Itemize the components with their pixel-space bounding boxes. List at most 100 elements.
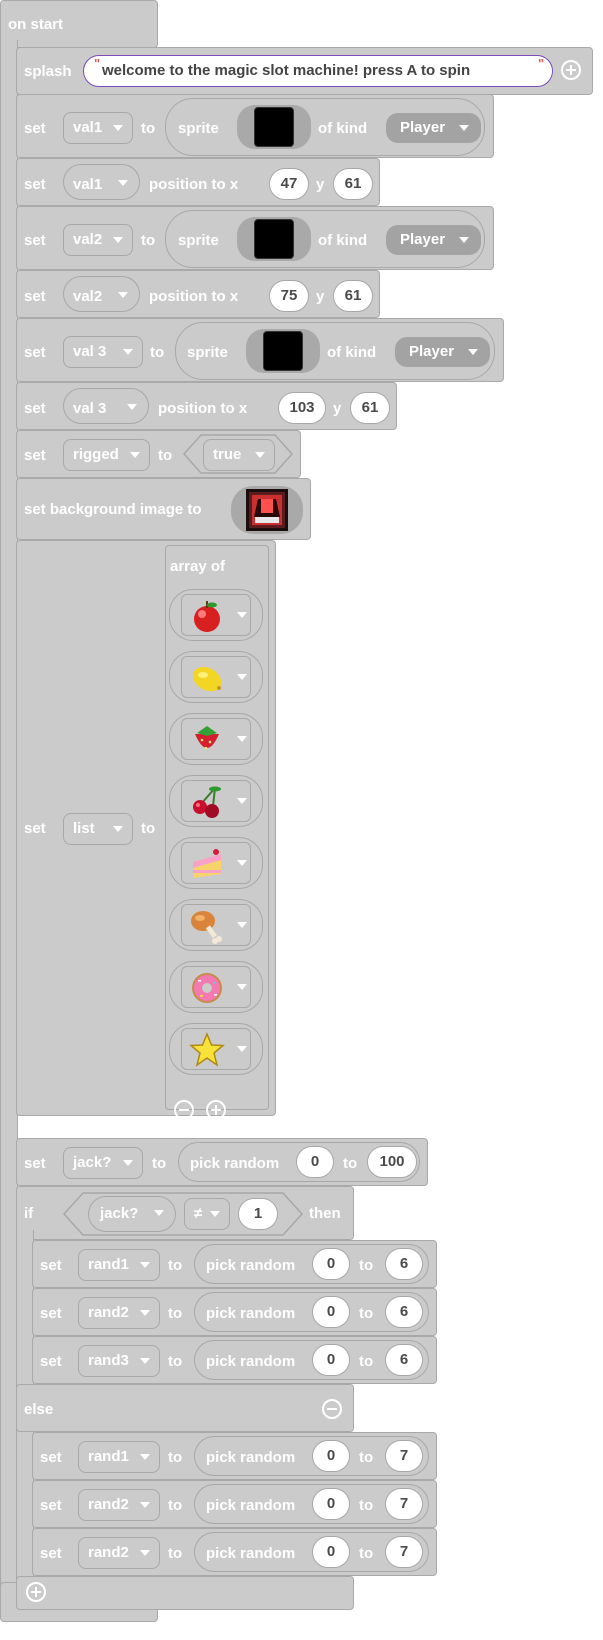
max-input[interactable]: 6 [385,1344,423,1376]
list-item[interactable] [169,899,263,951]
drumstick-icon [191,911,222,944]
x-input[interactable]: 75 [269,280,309,312]
to-label: to [168,1449,183,1466]
min-input[interactable]: 0 [312,1488,350,1520]
set-label: set [24,1155,46,1172]
position-label: position to x [158,400,248,417]
max-input[interactable]: 7 [385,1488,423,1520]
y-input[interactable]: 61 [333,168,373,200]
sprite-var-label: val2 [73,288,103,305]
variable-dropdown[interactable]: rigged [63,439,150,471]
else-label: else [24,1401,54,1418]
cherry-icon [193,786,221,818]
variable-dropdown[interactable]: jack? [63,1147,143,1179]
max-input[interactable]: 7 [385,1440,423,1472]
background-image [246,489,288,531]
to-label: to [359,1257,374,1274]
condition-value-input[interactable]: 1 [238,1198,278,1230]
sprite-label: sprite [187,344,228,361]
variable-dropdown[interactable]: val1 [63,112,133,144]
sprite-label: sprite [178,232,219,249]
variable-dropdown[interactable]: rand2 [78,1297,160,1329]
chevron-down-icon [118,180,128,186]
add-item-icon[interactable] [206,1100,226,1120]
of-kind-label: of kind [327,344,377,361]
min-input[interactable]: 0 [312,1344,350,1376]
to-label: to [152,1155,167,1172]
remove-item-icon[interactable] [174,1100,194,1120]
set-label: set [24,400,46,417]
sprite-label: sprite [178,120,219,137]
set-label: set [24,344,46,361]
x-input[interactable]: 47 [269,168,309,200]
variable-dropdown[interactable]: rand1 [78,1249,160,1281]
boolean-dropdown[interactable]: true [203,439,275,471]
list-item[interactable] [169,713,263,765]
splash-text-input[interactable]: welcome to the magic slot machine! press… [83,55,553,87]
kind-dropdown[interactable]: Player [386,225,481,255]
add-icon[interactable] [561,60,581,80]
min-input[interactable]: 0 [312,1440,350,1472]
list-item[interactable] [169,775,263,827]
y-input[interactable]: 61 [333,280,373,312]
open-quote: " [94,56,101,71]
kind-dropdown[interactable]: Player [386,113,481,143]
x-input[interactable]: 103 [278,392,326,424]
variable-dropdown[interactable]: rand3 [78,1345,160,1377]
set-label: set [40,1497,62,1514]
operator-dropdown[interactable]: ≠ [184,1198,230,1230]
to-label: to [168,1497,183,1514]
then-label: then [309,1205,341,1222]
splash-text: welcome to the magic slot machine! press… [102,62,471,79]
if-label: if [24,1205,34,1222]
to-label: to [168,1305,183,1322]
donut-icon [192,973,222,1003]
star-icon [189,1032,225,1067]
variable-dropdown[interactable]: rand1 [78,1441,160,1473]
min-input[interactable]: 0 [312,1248,350,1280]
to-label: to [343,1155,358,1172]
position-label: position to x [149,176,239,193]
min-input[interactable]: 0 [312,1536,350,1568]
strawberry-icon [195,726,219,750]
y-label: y [316,176,325,193]
max-input[interactable]: 6 [385,1248,423,1280]
y-input[interactable]: 61 [350,392,390,424]
to-label: to [141,820,156,837]
to-label: to [359,1497,374,1514]
max-input[interactable]: 100 [367,1146,417,1178]
sprite-var-label: val 3 [73,400,107,417]
array-of-label: array of [170,558,226,575]
set-label: set [40,1449,62,1466]
cake-icon [193,849,221,878]
list-item[interactable] [169,961,263,1013]
sprite-image [263,331,303,371]
min-input[interactable]: 0 [296,1146,334,1178]
list-item[interactable] [169,589,263,641]
variable-dropdown[interactable]: rand2 [78,1537,160,1569]
of-kind-label: of kind [318,120,368,137]
to-label: to [168,1545,183,1562]
to-label: to [158,447,173,464]
max-input[interactable]: 7 [385,1536,423,1568]
max-input[interactable]: 6 [385,1296,423,1328]
else-bar [16,1384,354,1432]
if-else-footer [16,1576,354,1610]
list-item[interactable] [169,651,263,703]
variable-dropdown[interactable]: val2 [63,224,133,256]
list-item[interactable] [169,1023,263,1075]
min-input[interactable]: 0 [312,1296,350,1328]
list-item[interactable] [169,837,263,889]
add-else-if-icon[interactable] [26,1582,46,1602]
variable-dropdown[interactable]: val 3 [63,336,143,368]
set-label: set [24,447,46,464]
position-label: position to x [149,288,239,305]
remove-else-icon[interactable] [322,1399,342,1419]
variable-dropdown[interactable]: list [63,813,133,845]
kind-dropdown[interactable]: Player [395,337,490,367]
y-label: y [333,400,342,417]
pick-random-label: pick random [206,1257,296,1274]
close-quote: " [538,56,545,71]
to-label: to [150,344,165,361]
variable-dropdown[interactable]: rand2 [78,1489,160,1521]
